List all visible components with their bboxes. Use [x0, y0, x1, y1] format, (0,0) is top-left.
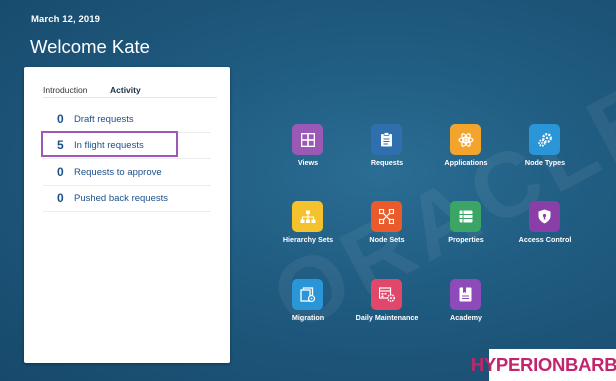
- stat-label: Pushed back requests: [74, 193, 169, 204]
- stat-count: 0: [57, 191, 64, 205]
- stat-count: 0: [57, 112, 64, 126]
- tile-requests[interactable]: Requests: [349, 124, 425, 184]
- tab-activity[interactable]: Activity: [110, 85, 141, 95]
- date-label: March 12, 2019: [31, 14, 100, 25]
- clipboard-icon: [371, 124, 402, 155]
- tile-label: Access Control: [518, 235, 572, 244]
- nodes-icon: [371, 201, 402, 232]
- stat-requests-to-approve[interactable]: 0 Requests to approve: [43, 159, 211, 186]
- academy-icon: [450, 279, 481, 310]
- tile-migration[interactable]: Migration: [270, 279, 346, 339]
- stat-label: Draft requests: [74, 114, 134, 125]
- shield-icon: [529, 201, 560, 232]
- tile-applications[interactable]: Applications: [428, 124, 504, 184]
- stat-pushed-back-requests[interactable]: 0 Pushed back requests: [43, 185, 211, 212]
- welcome-heading: Welcome Kate: [30, 36, 150, 57]
- stat-label: Requests to approve: [74, 167, 162, 178]
- gears-icon: [529, 124, 560, 155]
- tab-introduction[interactable]: Introduction: [43, 85, 87, 95]
- tile-access-control[interactable]: Access Control: [507, 201, 583, 261]
- tile-hierarchy-sets[interactable]: Hierarchy Sets: [270, 201, 346, 261]
- tile-views[interactable]: Views: [270, 124, 346, 184]
- tile-daily-maintenance[interactable]: Daily Maintenance: [349, 279, 425, 339]
- tile-properties[interactable]: Properties: [428, 201, 504, 261]
- panel-tabs: Introduction Activity: [43, 85, 217, 98]
- hierarchy-icon: [292, 201, 323, 232]
- stat-count: 0: [57, 165, 64, 179]
- tile-label: Node Types: [524, 158, 566, 167]
- tile-node-types[interactable]: Node Types: [507, 124, 583, 184]
- highlight-box: [41, 131, 178, 157]
- activity-panel: Introduction Activity 0 Draft requests 5…: [24, 67, 230, 363]
- tile-academy[interactable]: Academy: [428, 279, 504, 339]
- maintenance-icon: [371, 279, 402, 310]
- tile-label: Academy: [450, 313, 482, 322]
- grid-icon: [292, 124, 323, 155]
- stat-draft-requests[interactable]: 0 Draft requests: [43, 106, 211, 133]
- tile-node-sets[interactable]: Node Sets: [349, 201, 425, 261]
- brand-logo: HYPERIONBARBIE: [471, 349, 616, 381]
- list-icon: [450, 201, 481, 232]
- atom-icon: [450, 124, 481, 155]
- migration-icon: [292, 279, 323, 310]
